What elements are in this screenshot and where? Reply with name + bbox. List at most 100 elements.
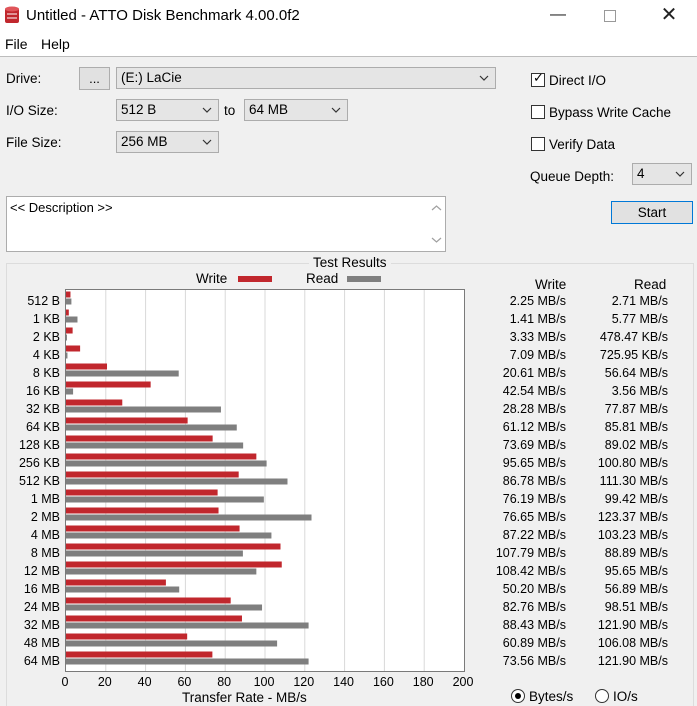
queue-depth-select[interactable]: 4 [632, 163, 692, 185]
read-bar [66, 514, 312, 521]
io-size-from-select[interactable]: 512 B [116, 99, 219, 121]
title-bar: Untitled - ATTO Disk Benchmark 4.00.0f2 … [0, 0, 697, 31]
write-bar [66, 543, 281, 550]
row-size-label: 4 MB [30, 528, 60, 542]
file-size-value: 256 MB [121, 134, 168, 149]
description-scrollbar[interactable] [428, 197, 445, 251]
read-bar [66, 460, 267, 467]
read-value: 478.47 KB/s [599, 330, 668, 344]
row-size-label: 12 MB [23, 564, 60, 578]
row-size-label: 512 KB [18, 474, 60, 488]
write-value: 7.09 MB/s [509, 348, 566, 362]
read-value: 85.81 MB/s [604, 420, 668, 434]
row-size-label: 256 KB [18, 456, 60, 470]
read-value: 123.37 MB/s [597, 510, 668, 524]
write-bar [66, 291, 71, 298]
write-value: 1.41 MB/s [509, 312, 566, 326]
menu-help[interactable]: Help [41, 36, 70, 52]
write-column-header: Write [535, 277, 567, 292]
row-size-label: 8 KB [32, 366, 60, 380]
read-value: 121.90 MB/s [597, 618, 668, 632]
minimize-button[interactable]: — [535, 0, 581, 31]
write-value: 88.43 MB/s [502, 618, 566, 632]
maximize-icon [604, 10, 616, 22]
file-size-select[interactable]: 256 MB [116, 131, 219, 153]
legend-read-label: Read [306, 271, 339, 286]
read-value: 100.80 MB/s [597, 456, 668, 470]
row-size-label: 48 MB [23, 636, 60, 650]
read-bar [66, 622, 309, 629]
read-bar [66, 352, 68, 359]
write-bar [66, 381, 151, 388]
read-value: 103.23 MB/s [597, 528, 668, 542]
read-bar [66, 478, 288, 485]
row-size-label: 512 B [27, 294, 60, 308]
verify-data-checkbox[interactable] [531, 137, 545, 151]
description-textarea[interactable]: << Description >> [6, 196, 446, 252]
read-bar [66, 442, 244, 449]
read-column-header: Read [634, 277, 667, 292]
menu-file[interactable]: File [5, 36, 28, 52]
row-size-label: 32 KB [25, 402, 60, 416]
write-value: 87.22 MB/s [502, 528, 566, 542]
io-size-label: I/O Size: [6, 103, 58, 118]
read-value: 5.77 MB/s [611, 312, 668, 326]
to-label: to [224, 103, 236, 118]
read-value: 95.65 MB/s [604, 564, 668, 578]
drive-select[interactable]: (E:) LaCie [116, 67, 496, 89]
write-value: 50.20 MB/s [502, 582, 566, 596]
read-bar [66, 586, 180, 593]
start-button[interactable]: Start [611, 201, 693, 224]
browse-button[interactable]: ... [79, 67, 110, 90]
app-icon [5, 6, 19, 23]
x-tick-label: 100 [253, 675, 275, 689]
bytes-radio[interactable] [511, 689, 525, 703]
row-size-label: 128 KB [18, 438, 60, 452]
row-size-label: 16 MB [23, 582, 60, 596]
window-title: Untitled - ATTO Disk Benchmark 4.00.0f2 [26, 7, 300, 24]
chevron-down-icon [202, 139, 212, 145]
read-value: 88.89 MB/s [604, 546, 668, 560]
write-value: 108.42 MB/s [495, 564, 566, 578]
read-value: 56.89 MB/s [604, 582, 668, 596]
row-size-label: 24 MB [23, 600, 60, 614]
write-bar [66, 489, 218, 496]
write-value: 73.56 MB/s [502, 654, 566, 668]
write-bar [66, 453, 257, 460]
write-value: 61.12 MB/s [502, 420, 566, 434]
ios-radio[interactable] [595, 689, 609, 703]
write-bar [66, 345, 81, 352]
read-bar [66, 604, 263, 611]
write-bar [66, 399, 123, 406]
maximize-button[interactable] [587, 0, 633, 31]
drive-label: Drive: [6, 71, 42, 86]
read-value: 111.30 MB/s [599, 474, 668, 488]
x-tick-label: 120 [293, 675, 315, 689]
read-bar [66, 298, 72, 305]
write-bar [66, 615, 242, 622]
write-bar [66, 309, 69, 316]
write-bar [66, 471, 239, 478]
checkmark-icon: ✓ [533, 70, 544, 85]
write-value: 76.65 MB/s [502, 510, 566, 524]
read-value: 121.90 MB/s [597, 654, 668, 668]
write-value: 82.76 MB/s [502, 600, 566, 614]
x-tick-label: 80 [217, 675, 232, 689]
bytes-label: Bytes/s [529, 689, 574, 704]
io-size-to-value: 64 MB [249, 102, 289, 117]
write-value: 107.79 MB/s [495, 546, 566, 560]
read-bar [66, 550, 243, 557]
close-button[interactable]: ✕ [646, 0, 692, 31]
x-tick-label: 0 [61, 675, 69, 689]
write-value: 73.69 MB/s [502, 438, 566, 452]
io-size-to-select[interactable]: 64 MB [244, 99, 348, 121]
bypass-write-cache-checkbox[interactable] [531, 105, 545, 119]
write-bar [66, 507, 219, 514]
write-value: 42.54 MB/s [502, 384, 566, 398]
row-size-label: 64 KB [25, 420, 60, 434]
read-bar [66, 640, 278, 647]
direct-io-checkbox[interactable]: ✓ [531, 70, 545, 87]
row-size-label: 4 KB [32, 348, 60, 362]
bar-chart [66, 290, 425, 671]
x-tick-label: 160 [372, 675, 394, 689]
